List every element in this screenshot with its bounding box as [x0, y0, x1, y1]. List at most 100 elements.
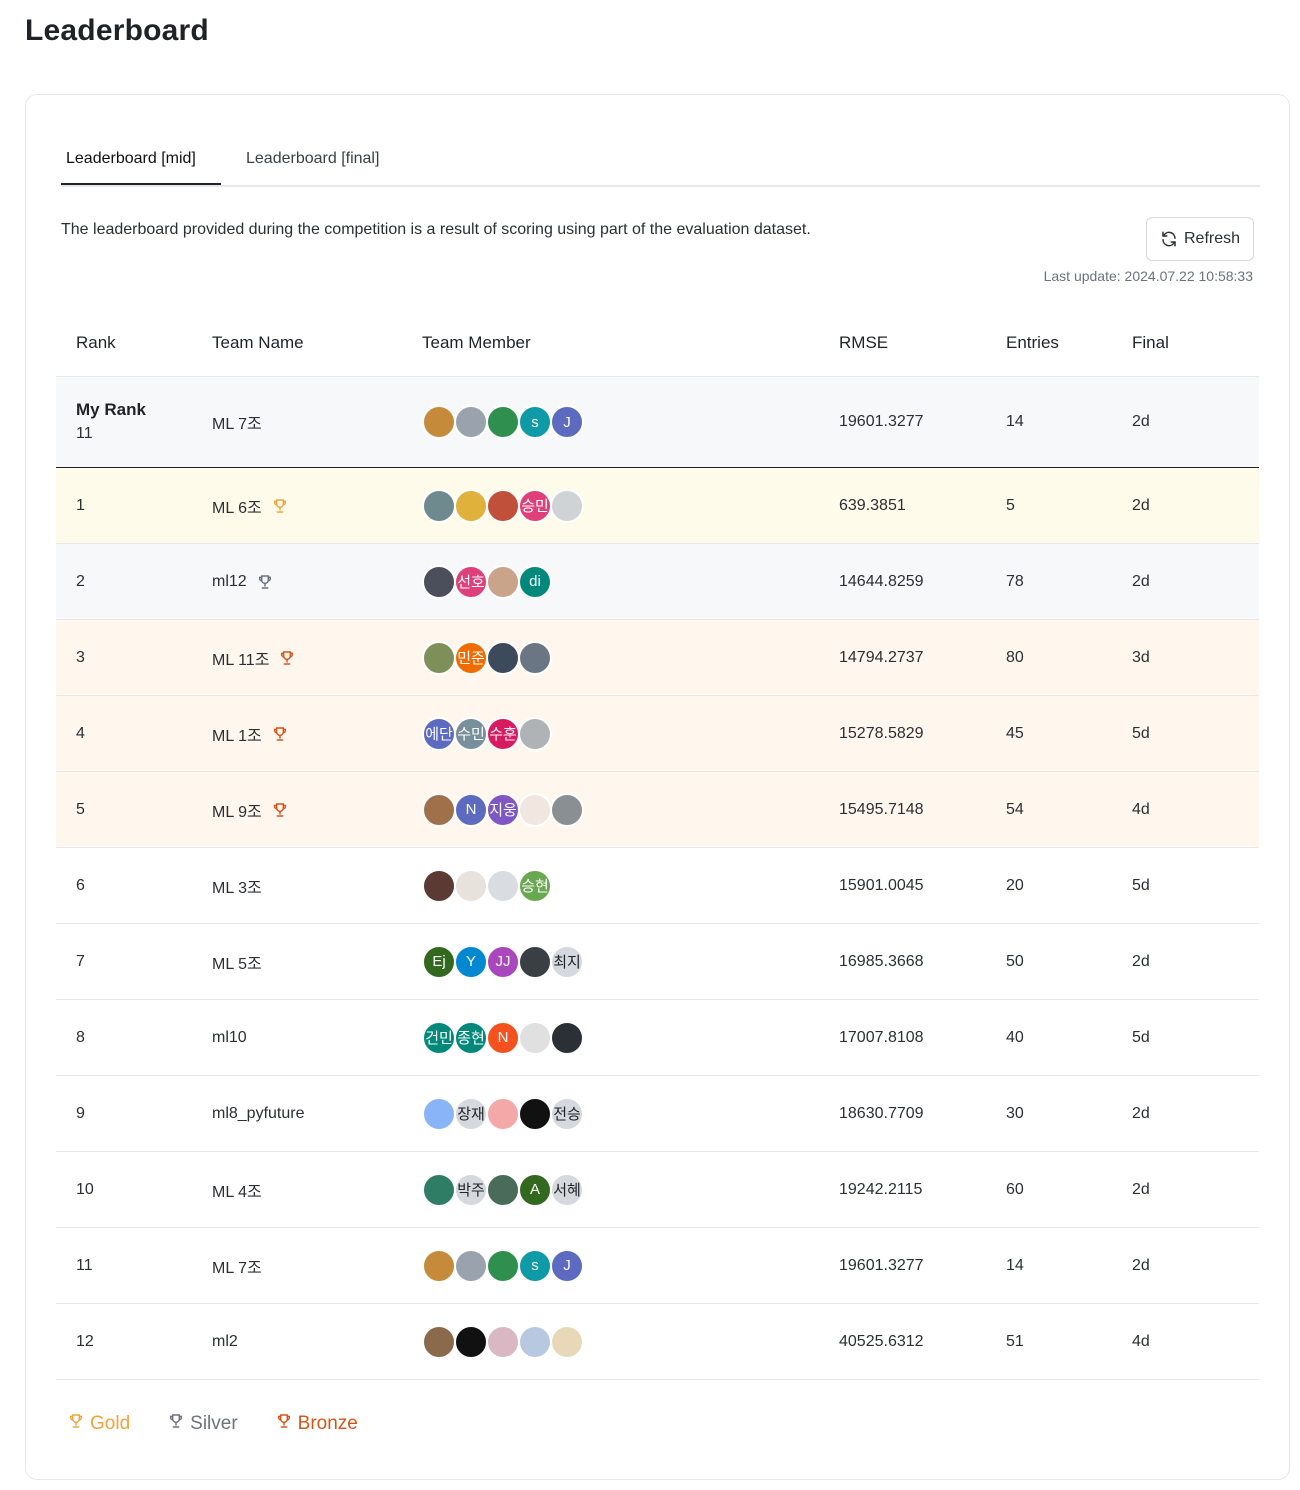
member-avatar[interactable]: 최지 [550, 944, 584, 979]
member-avatar[interactable] [518, 792, 552, 827]
medal-legend: Gold Silver Bronze [68, 1413, 358, 1435]
member-avatar[interactable] [454, 405, 488, 439]
trophy-icon [272, 802, 288, 818]
member-avatar[interactable] [422, 405, 456, 439]
member-avatar[interactable]: Y [454, 944, 488, 979]
member-avatar[interactable]: N [454, 792, 488, 827]
member-avatar[interactable] [486, 1324, 520, 1359]
member-avatar[interactable] [550, 792, 584, 827]
header-final[interactable]: Final [1132, 333, 1169, 353]
member-avatars: 선호 di [422, 564, 552, 599]
member-avatar[interactable] [454, 488, 488, 523]
header-rank[interactable]: Rank [76, 333, 116, 353]
final-cell: 2d [1132, 1256, 1150, 1274]
member-avatar[interactable] [518, 944, 552, 979]
member-avatar[interactable] [518, 640, 552, 675]
member-avatars: sJ [422, 405, 584, 439]
team-name-cell: ML 9조 [212, 772, 288, 847]
member-avatar[interactable]: s [518, 1248, 552, 1283]
rank-cell: 4 [76, 724, 85, 742]
member-avatar[interactable]: 건민 [422, 1020, 456, 1055]
member-avatar[interactable] [486, 1172, 520, 1207]
header-entries[interactable]: Entries [1006, 333, 1059, 353]
member-avatar[interactable]: 지웅 [486, 792, 520, 827]
member-avatar[interactable]: J [550, 1248, 584, 1283]
member-avatar[interactable]: 수훈 [486, 716, 520, 751]
member-avatar[interactable]: Ej [422, 944, 456, 979]
member-avatar[interactable] [486, 405, 520, 439]
final-cell: 3d [1132, 648, 1150, 666]
member-avatar[interactable] [518, 1324, 552, 1359]
tab-leaderboard-mid[interactable]: Leaderboard [mid] [61, 149, 221, 185]
final-cell: 4d [1132, 800, 1150, 818]
my-rank-value: 11 [76, 425, 93, 442]
member-avatar[interactable] [422, 792, 456, 827]
member-avatar[interactable] [422, 1248, 456, 1283]
header-rmse[interactable]: RMSE [839, 333, 888, 353]
member-avatar[interactable] [454, 868, 488, 903]
leaderboard-card: Leaderboard [mid] Leaderboard [final] Th… [25, 94, 1290, 1480]
member-avatar[interactable] [422, 1096, 456, 1131]
header-team-name[interactable]: Team Name [212, 333, 304, 353]
member-avatar[interactable] [486, 868, 520, 903]
member-avatar[interactable]: di [518, 564, 552, 599]
member-avatar[interactable]: 민준 [454, 640, 488, 675]
member-avatar[interactable] [422, 640, 456, 675]
member-avatar[interactable] [486, 488, 520, 523]
tab-bar: Leaderboard [mid] Leaderboard [final] [61, 141, 1260, 187]
member-avatar[interactable] [518, 1020, 552, 1055]
member-avatar[interactable] [422, 564, 456, 599]
member-avatar[interactable] [550, 1324, 584, 1359]
table-row: 3 ML 11조 민준 14794.2737 80 3d [56, 620, 1259, 696]
member-avatar[interactable]: 장재 [454, 1096, 488, 1131]
member-avatar[interactable]: JJ [486, 944, 520, 979]
member-avatar[interactable] [486, 564, 520, 599]
member-avatar[interactable]: 선호 [454, 564, 488, 599]
table-row: 4 ML 1조 에단 수민 수훈 15278.5829 45 5d [56, 696, 1259, 772]
member-avatar[interactable]: 에단 [422, 716, 456, 751]
member-avatar[interactable] [454, 1248, 488, 1283]
member-avatar[interactable] [486, 1248, 520, 1283]
member-avatar[interactable]: 전승 [550, 1096, 584, 1131]
legend-bronze-label: Bronze [297, 1413, 358, 1434]
member-avatars: 승민 [422, 488, 584, 523]
member-avatar[interactable] [486, 640, 520, 675]
member-avatar[interactable]: N [486, 1020, 520, 1055]
member-avatar[interactable]: s [518, 405, 552, 439]
team-name-cell: ML 7조 [212, 1228, 262, 1303]
member-avatar[interactable]: 승현 [518, 868, 552, 903]
member-avatar[interactable] [518, 1096, 552, 1131]
member-avatars [422, 1324, 584, 1359]
team-name: ml10 [212, 1028, 247, 1046]
member-avatar[interactable] [550, 1020, 584, 1055]
member-avatar[interactable] [454, 1324, 488, 1359]
trophy-icon [276, 1413, 292, 1435]
member-avatar[interactable]: J [550, 405, 584, 439]
member-avatar[interactable]: 승민 [518, 488, 552, 523]
team-name: ML 11조 [212, 651, 270, 669]
member-avatar[interactable]: 수민 [454, 716, 488, 751]
member-avatar[interactable] [422, 868, 456, 903]
refresh-label: Refresh [1183, 230, 1241, 247]
refresh-button[interactable]: Refresh [1146, 217, 1254, 261]
entries-cell: 14 [1006, 1256, 1024, 1274]
member-avatar[interactable]: 박주 [454, 1172, 488, 1207]
member-avatar[interactable] [422, 1324, 456, 1359]
member-avatar[interactable]: A [518, 1172, 552, 1207]
member-avatar[interactable]: 종현 [454, 1020, 488, 1055]
member-avatar[interactable] [422, 488, 456, 523]
member-avatar[interactable] [550, 488, 584, 523]
member-avatar[interactable] [486, 1096, 520, 1131]
member-avatars: 민준 [422, 640, 552, 675]
member-avatar[interactable]: 서혜 [550, 1172, 584, 1207]
member-avatars: 장재 전승 [422, 1096, 584, 1131]
table-row: 10 ML 4조 박주 A 서혜 19242.2115 60 2d [56, 1152, 1259, 1228]
table-body: 1 ML 6조 승민 639.3851 5 2d 2 ml12 선호 di 14644.8259 78… [56, 468, 1259, 1380]
member-avatar[interactable] [518, 716, 552, 751]
legend-bronze: Bronze [276, 1413, 358, 1435]
tab-leaderboard-final[interactable]: Leaderboard [final] [241, 149, 411, 185]
my-rank-final: 2d [1132, 413, 1150, 430]
member-avatar[interactable] [422, 1172, 456, 1207]
table-row: 5 ML 9조 N 지웅 15495.7148 54 4d [56, 772, 1259, 848]
trophy-icon [68, 1413, 84, 1435]
